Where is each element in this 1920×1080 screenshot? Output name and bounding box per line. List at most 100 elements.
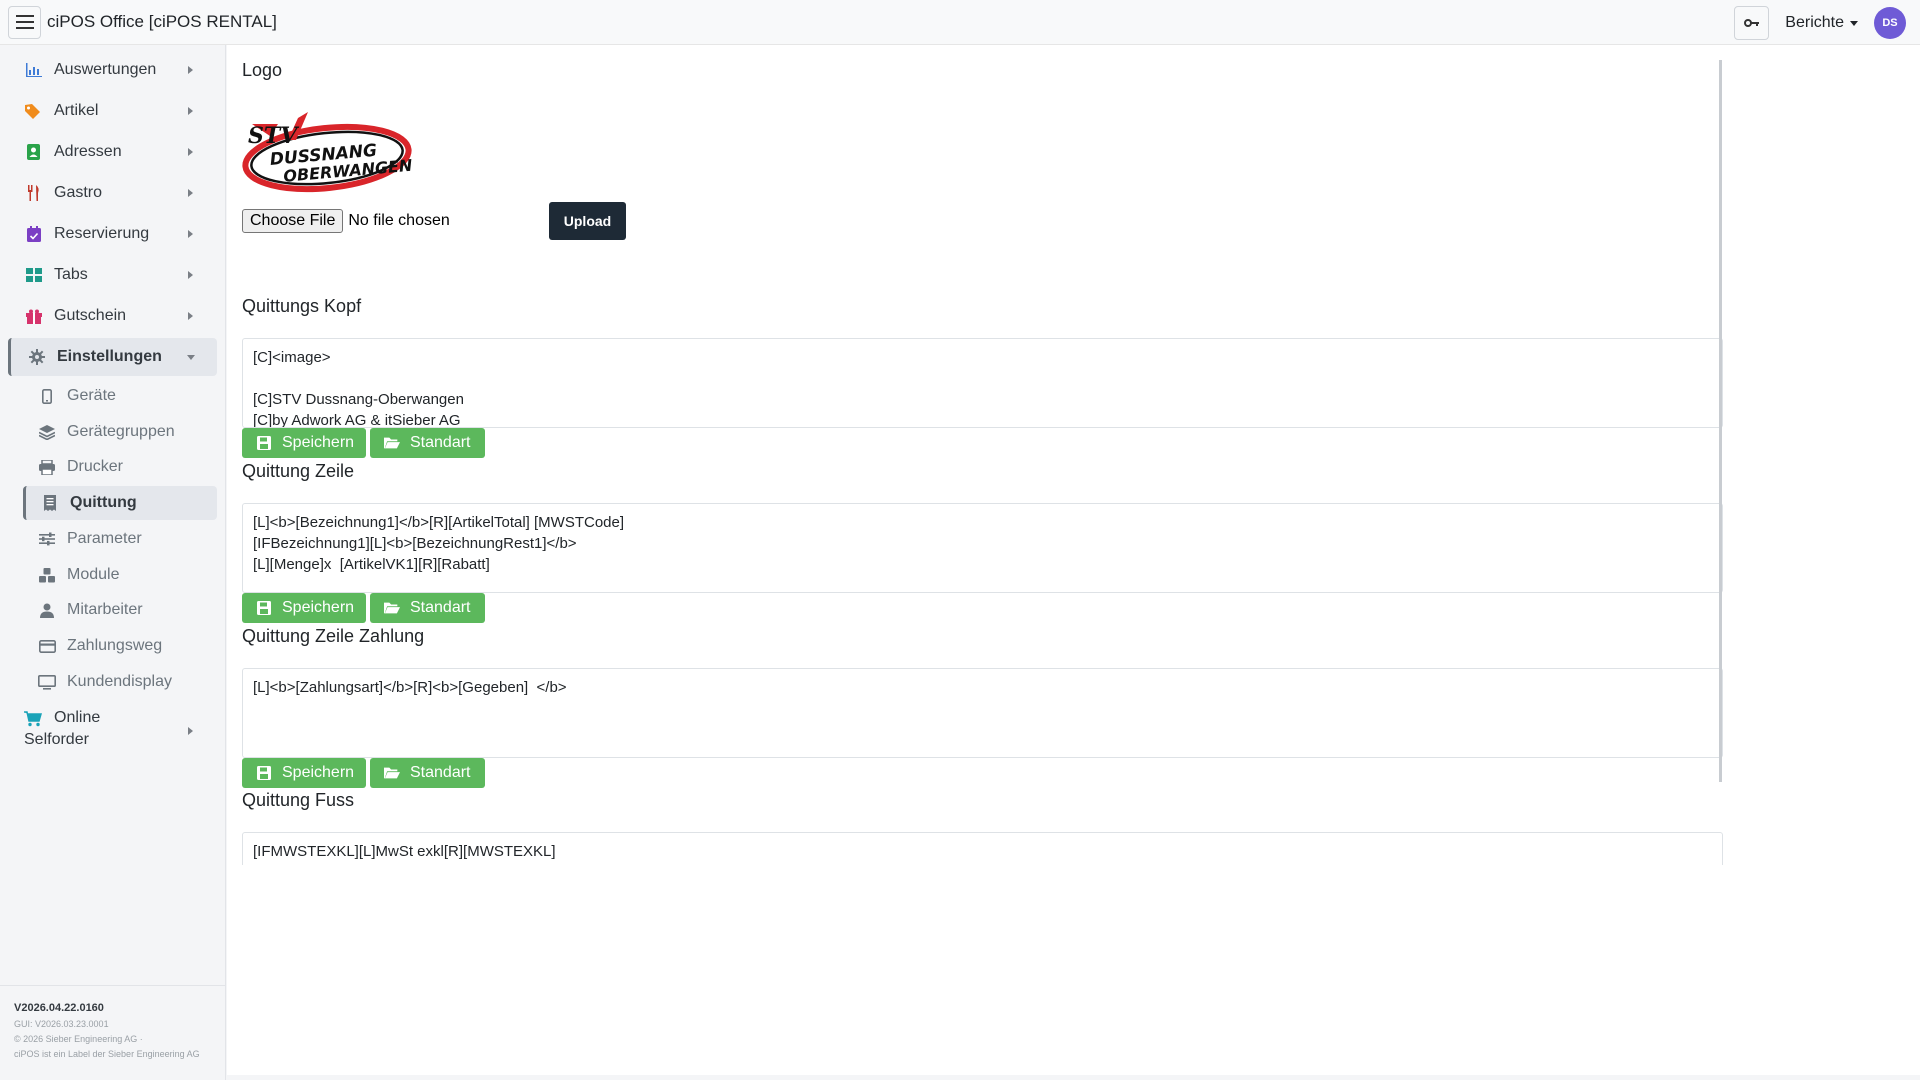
main-content: Logo STV DUSSNANG OBERWANGEN Choose File… [227,45,1920,1075]
folder-open-icon [384,435,400,451]
save-button[interactable]: Speichern [242,758,366,788]
sidebar-subitem-parameter[interactable]: Parameter [23,522,217,556]
save-button[interactable]: Speichern [242,428,366,458]
sidebar-subitem-drucker[interactable]: Drucker [23,450,217,484]
reports-label: Berichte [1785,14,1844,31]
default-label: Standart [410,764,471,781]
sidebar-subitem-geraetegruppen[interactable]: Gerätegruppen [23,415,217,449]
sidebar-subitem-geraete[interactable]: Geräte [23,379,217,413]
sidebar-subitem-zahlungsweg[interactable]: Zahlungsweg [23,629,217,663]
quittung-zeile-zahlung-textarea[interactable]: [L]<b>[Zahlungsart]</b>[R]<b>[Gegeben] <… [242,668,1723,758]
address-book-icon [24,142,44,162]
sidebar-subitem-label: Gerätegruppen [67,423,175,440]
sidebar-item-gutschein[interactable]: Gutschein [8,297,217,335]
gift-icon [24,306,44,326]
section-title-quittung-fuss: Quittung Fuss [242,790,355,810]
folder-open-icon [384,600,400,616]
sidebar-subitem-label: Module [67,566,120,583]
credit-card-icon [37,636,57,656]
label-text: ciPOS ist ein Label der Sieber Engineeri… [14,1049,200,1059]
choose-file-button[interactable]: Choose File [242,209,344,233]
sidebar-item-auswertungen[interactable]: Auswertungen [8,51,217,89]
save-label: Speichern [282,434,355,451]
mobile-icon [37,386,57,406]
default-button[interactable]: Standart [370,593,485,623]
save-icon [256,765,272,781]
sidebar-subitem-module[interactable]: Module [23,558,217,592]
version-text: V2026.04.22.0160 [14,1002,104,1014]
avatar[interactable]: DS [1874,7,1906,39]
default-label: Standart [410,434,471,451]
quittung-zeile-textarea[interactable]: [L]<b>[Bezeichnung1]</b>[R][ArtikelTotal… [242,503,1723,593]
caret-down-icon [187,355,195,360]
key-icon [1743,19,1759,27]
default-button[interactable]: Standart [370,428,485,458]
bar-chart-icon [24,60,44,80]
layers-icon [37,422,57,442]
copyright-text: © 2026 Sieber Engineering AG · [14,1034,143,1044]
sliders-icon [37,529,57,549]
sidebar-item-label: Gastro [54,184,103,201]
sidebar-subitem-quittung[interactable]: Quittung [23,486,217,520]
sidebar-item-label: Adressen [54,143,122,160]
sidebar-item-label: Selforder [24,731,89,748]
scrollbar[interactable] [1719,60,1722,782]
caret-right-icon [188,66,193,74]
quittungs-kopf-textarea[interactable]: [C]<image> [C]STV Dussnang-Oberwangen [C… [242,338,1723,428]
caret-right-icon [188,148,193,156]
tags-icon [24,101,44,121]
gui-version-text: GUI: V2026.03.23.0001 [14,1019,109,1029]
section-title-quittung-zeile: Quittung Zeile [242,461,355,481]
sidebar-subitem-mitarbeiter[interactable]: Mitarbeiter [23,593,217,627]
save-icon [256,435,272,451]
sidebar-item-label: Artikel [54,102,99,119]
sidebar-item-tabs[interactable]: Tabs [8,256,217,294]
caret-right-icon [188,727,193,735]
sidebar-item-einstellungen[interactable]: Einstellungen [8,338,217,376]
sidebar-subitem-label: Parameter [67,530,142,547]
sidebar-subitem-label: Kundendisplay [67,673,172,690]
sidebar-subitem-kundendisplay[interactable]: Kundendisplay [23,665,217,699]
default-button[interactable]: Standart [370,758,485,788]
monitor-icon [37,672,57,692]
caret-right-icon [188,107,193,115]
section-title-logo: Logo [242,60,283,80]
sidebar-subitem-label: Drucker [67,458,124,475]
sidebar-item-label: Reservierung [54,225,150,242]
sidebar-item-reservierung[interactable]: Reservierung [8,215,217,253]
sidebar-footer: V2026.04.22.0160 GUI: V2026.03.23.0001 ©… [0,985,226,1059]
sidebar-item-adressen[interactable]: Adressen [8,133,217,171]
sidebar-item-label: Gutschein [54,307,127,324]
printer-icon [37,457,57,477]
key-button[interactable] [1734,6,1770,40]
gear-icon [27,347,47,367]
svg-text:STV: STV [248,123,299,149]
caret-right-icon [188,189,193,197]
sidebar-item-artikel[interactable]: Artikel [8,92,217,130]
caret-right-icon [188,312,193,320]
cubes-icon [37,565,57,585]
save-button[interactable]: Speichern [242,593,366,623]
grid-icon [24,265,44,285]
file-status-text: No file chosen [348,212,450,229]
sidebar-item-gastro[interactable]: Gastro [8,174,217,212]
menu-toggle-button[interactable] [8,5,41,39]
hamburger-icon [15,15,34,29]
sidebar-item-label: Einstellungen [57,348,162,365]
section-title-quittung-zeile-zahlung: Quittung Zeile Zahlung [242,626,425,646]
utensils-icon [24,183,44,203]
quittung-fuss-textarea[interactable]: [IFMWSTEXKL][L]MwSt exkl[R][MWSTEXKL] [242,832,1723,865]
folder-open-icon [384,765,400,781]
sidebar-subitem-label: Geräte [67,387,116,404]
section-title-quittungs-kopf: Quittungs Kopf [242,296,362,316]
app-title: ciPOS Office [ciPOS RENTAL] [47,12,277,31]
user-icon [37,600,57,620]
receipt-icon [40,493,60,513]
upload-button[interactable]: Upload [549,202,626,240]
top-bar: ciPOS Office [ciPOS RENTAL] Berichte DS [0,0,1920,45]
cart-icon [24,711,42,732]
reports-dropdown[interactable]: Berichte [1785,14,1858,32]
scroll-area[interactable]: Logo STV DUSSNANG OBERWANGEN Choose File… [227,45,1727,865]
sidebar-item-online-selforder[interactable]: Online Selforder [8,705,217,757]
sidebar: Auswertungen Artikel Adressen Gastro Res… [0,45,226,1080]
